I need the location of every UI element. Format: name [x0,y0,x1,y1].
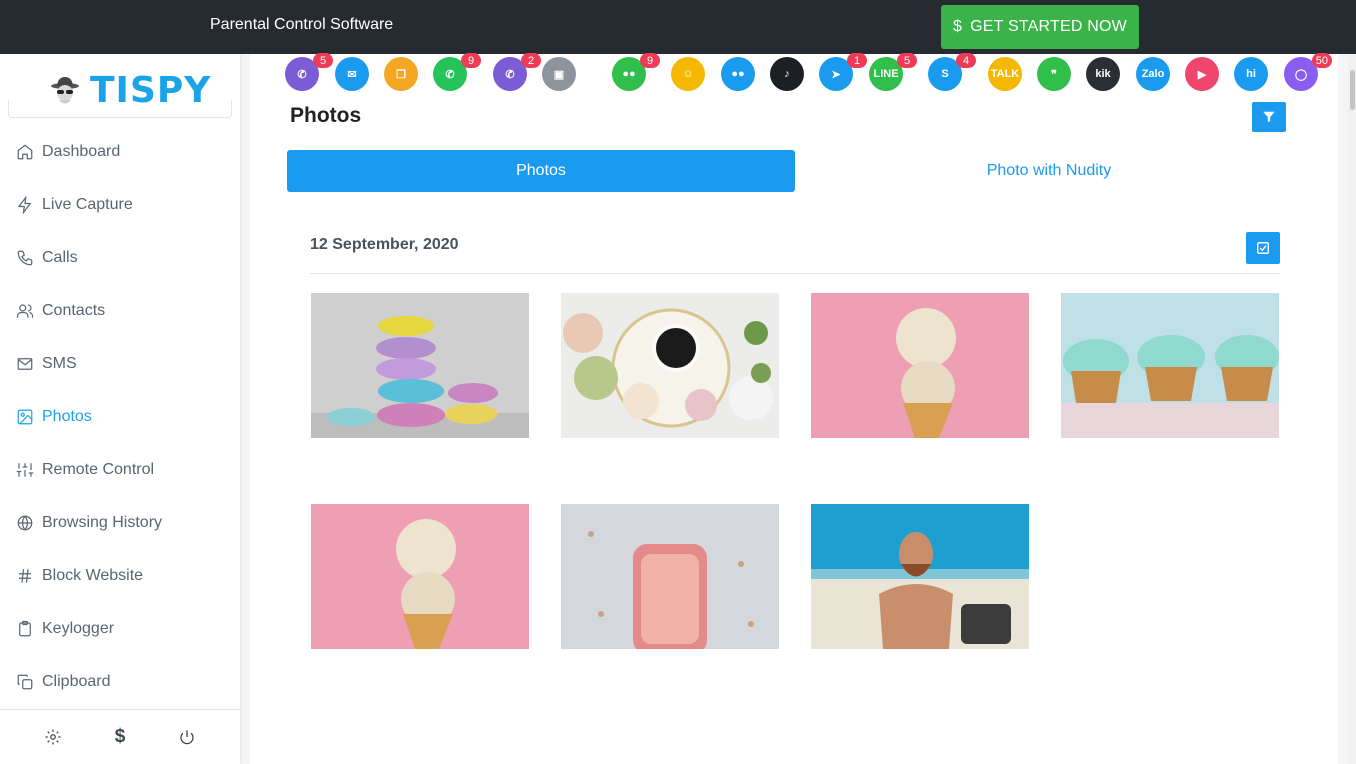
telegram-icon[interactable]: ➤ 1 [819,53,867,91]
brand-name: TISPY [90,70,212,111]
sidebar-item-label: Contacts [42,301,106,319]
wechat-icon[interactable]: ●● 9 [612,53,660,91]
promo-text: Parental Control Software [210,16,394,33]
filter-button[interactable] [1252,102,1286,132]
flickr-icon[interactable]: ●● [721,57,755,91]
kik-icon[interactable]: kik [1086,57,1120,91]
home-icon [17,143,33,159]
photo-tabs: Photos Photo with Nudity [287,150,1303,192]
video-chat-icon[interactable]: ▶ [1185,57,1219,91]
sidebar-item-block-website[interactable]: Block Website [0,549,240,602]
mail-icon [17,357,33,370]
clipboard-icon [19,620,31,636]
bolt-icon [17,195,32,214]
whatsapp-icon[interactable]: ✆ 9 [433,53,481,91]
badge: 5 [313,53,333,68]
snapchat-icon[interactable]: ☺ [671,57,705,91]
line-icon[interactable]: LINE 5 [869,53,917,91]
promo-banner: Parental Control Software $ GET STARTED … [0,0,1356,54]
sidebar-item-keylogger[interactable]: Keylogger [0,602,240,655]
dollar-icon[interactable]: $ [110,726,130,747]
hangouts-icon[interactable]: ❞ [1037,57,1071,91]
image-icon [17,409,33,424]
settings-icon[interactable] [43,727,63,747]
hash-icon [19,568,31,583]
badge: 9 [461,53,481,68]
cupcakes-photo[interactable] [1061,293,1279,438]
sprinkle-bar-photo[interactable] [561,504,779,649]
dollar-icon: $ [953,18,963,35]
select-all-button[interactable] [1246,232,1280,264]
sidebar-item-label: Clipboard [42,672,111,690]
sidebar-item-photos[interactable]: Photos [0,390,240,443]
badge: 9 [640,53,660,68]
zalo-icon[interactable]: Zalo [1136,57,1170,91]
sidebar-item-label: Keylogger [42,619,115,637]
tab-photo-with-nudity[interactable]: Photo with Nudity [795,150,1303,192]
badge: 1 [847,53,867,68]
sidebar-item-sms[interactable]: SMS [0,337,240,390]
copy-icon [17,674,33,689]
power-icon[interactable] [177,727,197,747]
sidebar-item-contacts[interactable]: Contacts [0,284,240,337]
sidebar-item-remote-control[interactable]: Remote Control [0,443,240,496]
hike-icon[interactable]: hi [1234,57,1268,91]
sidebar-item-browsing-history[interactable]: Browsing History [0,496,240,549]
beach-man-photo[interactable] [811,504,1029,649]
sidebar-item-dashboard[interactable]: Dashboard [0,125,240,178]
sidebar-nav: Dashboard Live Capture Calls Contacts SM… [0,125,240,708]
checkbox-icon [1257,242,1269,254]
sidebar-item-live-capture[interactable]: Live Capture [0,178,240,231]
sidebar-item-label: Photos [42,407,92,425]
skype-icon[interactable]: S4 [928,53,976,91]
app-strip: ✆ 5 ✉ ❐ ✆ 9 ✆ 2 ▣ ●● 9 ☺ ●● ♪ ➤ 1 LINE 5 S4 TA… [250,53,1338,104]
signal-icon[interactable]: ◯ 50 [1284,53,1332,91]
sidebar-item-label: Dashboard [42,142,121,160]
sidebar-item-label: Block Website [42,566,144,584]
date-group-header: 12 September, 2020 [310,226,1280,274]
email-icon[interactable]: ✉ [335,57,369,91]
tiktok-icon[interactable]: ♪ [770,57,804,91]
brand-logo[interactable]: TISPY [48,70,211,111]
tab-photos[interactable]: Photos [287,150,795,192]
main-content: ✆ 5 ✉ ❐ ✆ 9 ✆ 2 ▣ ●● 9 ☺ ●● ♪ ➤ 1 LINE 5 S4 TA… [250,53,1338,764]
viber-call-icon[interactable]: ✆ 5 [285,53,333,91]
sidebar-item-label: SMS [42,354,77,372]
globe-icon [17,515,33,530]
page-title: Photos [290,104,362,127]
clipboard-app-icon[interactable]: ❐ [384,57,418,91]
sidebar-item-label: Live Capture [42,195,133,213]
bag-icon[interactable]: ▣ [542,57,576,91]
ice-cream-pink-photo[interactable] [811,293,1029,438]
sidebar-item-label: Remote Control [42,460,155,478]
coffee-macarons-photo[interactable] [561,293,779,438]
badge: 50 [1311,53,1332,68]
sidebar-item-label: Calls [42,248,78,266]
viber-icon[interactable]: ✆ 2 [493,53,541,91]
badge: 4 [956,53,976,68]
page-scrollbar-thumb[interactable] [1350,70,1355,110]
page-scrollbar[interactable] [1348,54,1356,764]
kakaotalk-icon[interactable]: TALK [988,57,1022,91]
phone-icon [17,250,33,265]
badge: 2 [521,53,541,68]
filter-icon [1263,111,1275,123]
sidebar-footer: $ [0,709,240,764]
get-started-button[interactable]: $ GET STARTED NOW [941,5,1139,49]
ice-cream-pink-photo-2[interactable] [311,504,529,649]
sidebar-item-clipboard[interactable]: Clipboard [0,655,240,708]
get-started-label: GET STARTED NOW [970,18,1127,35]
spy-icon [51,76,79,103]
sliders-icon [16,462,34,477]
macarons-stack-photo[interactable] [311,293,529,438]
sidebar-item-calls[interactable]: Calls [0,231,240,284]
users-icon [16,303,34,318]
sidebar-item-label: Browsing History [42,513,163,531]
group-date: 12 September, 2020 [310,236,459,253]
sidebar: TISPY Dashboard Live Capture Calls Conta… [0,54,240,764]
badge: 5 [897,53,917,68]
